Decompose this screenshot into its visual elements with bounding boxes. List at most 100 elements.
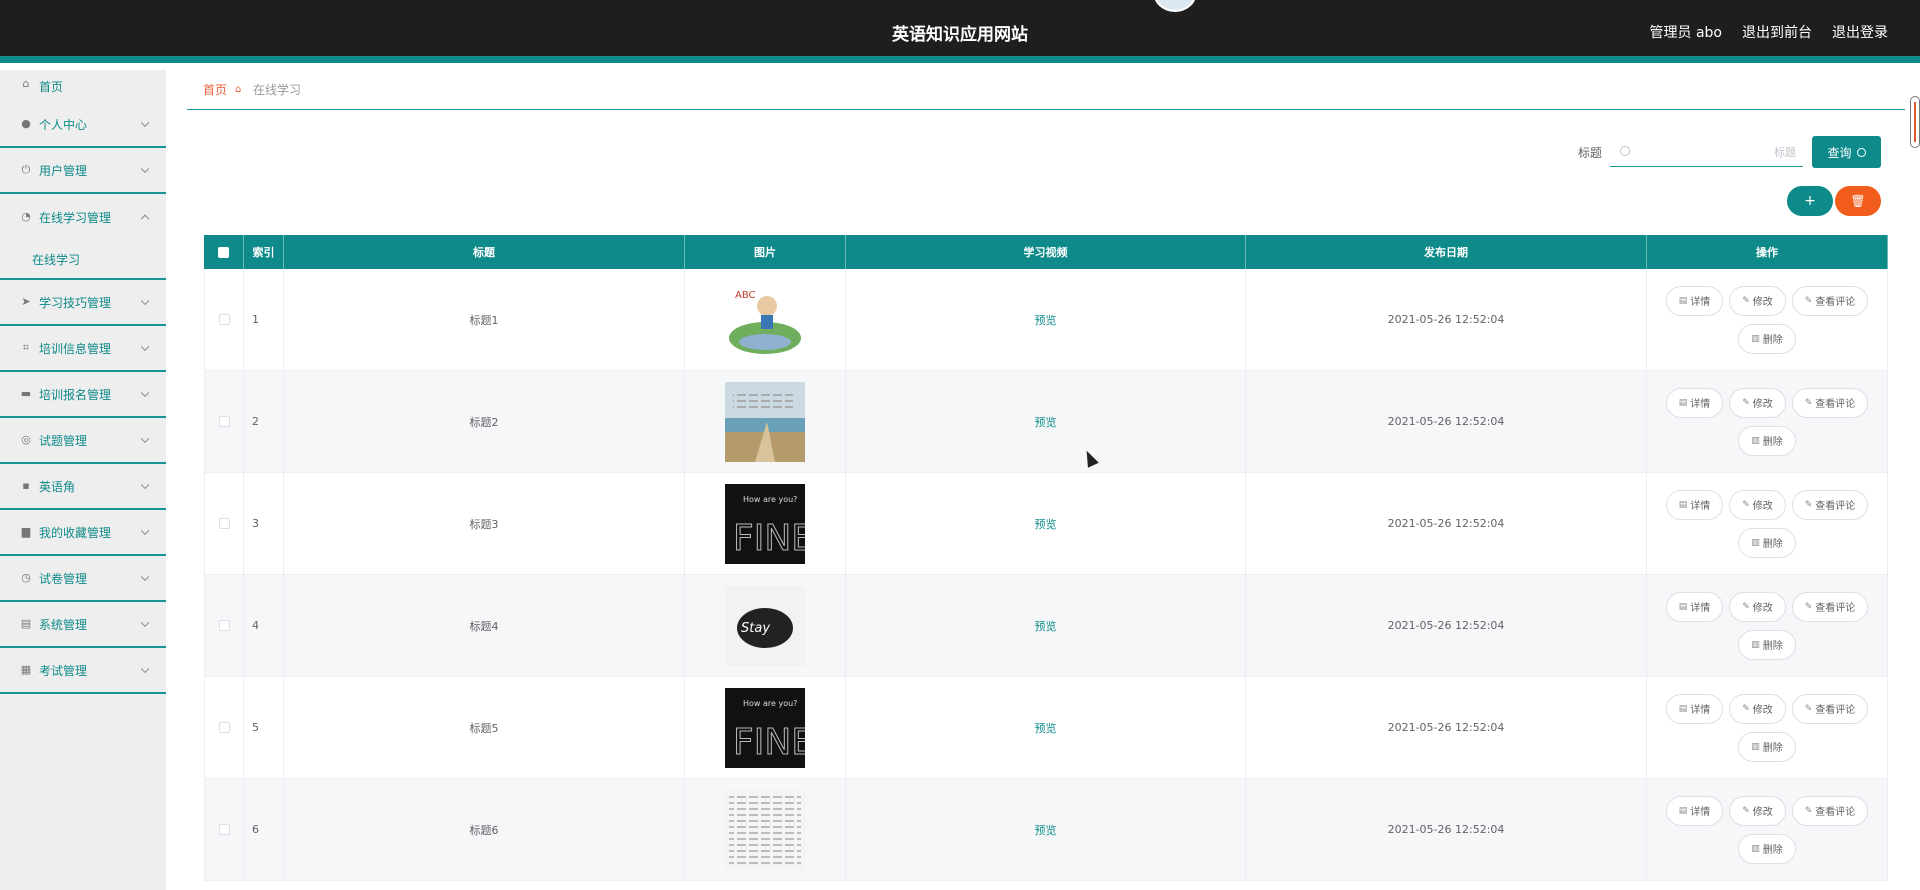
cell-index: 2 [244,371,284,472]
view-comments-button[interactable]: ✎ 查看评论 [1791,591,1869,622]
edit-button[interactable]: ✎ 修改 [1729,795,1786,826]
top-header: 英语知识应用网站 管理员 abo 退出到前台 退出登录 [0,0,1920,63]
sidebar-item-label: 首页 [39,80,64,94]
view-comments-button[interactable]: ✎ 查看评论 [1791,489,1869,520]
document-icon: ▤ [1678,703,1688,714]
delete-button[interactable]: ▥ 删除 [1738,425,1796,456]
search-input[interactable] [1636,141,1796,163]
select-all-cell [204,235,244,269]
view-comments-button[interactable]: ✎ 查看评论 [1791,795,1869,826]
detail-button[interactable]: ▤ 详情 [1665,693,1724,724]
chevron-down-icon [140,434,150,444]
edit-button[interactable]: ✎ 修改 [1729,693,1786,724]
row-checkbox[interactable] [218,722,230,733]
search-label: 标题 [1578,146,1603,160]
view-comments-button[interactable]: ✎ 查看评论 [1791,693,1869,724]
chevron-down-icon [140,664,150,674]
detail-button[interactable]: ▤ 详情 [1665,489,1724,520]
select-all-checkbox[interactable] [218,246,229,258]
view-comments-button[interactable]: ✎ 查看评论 [1791,387,1869,418]
video-preview-link[interactable]: 预览 [1035,822,1057,838]
cell-image: ABC [685,269,846,370]
sidebar-item-paper-management[interactable]: ◷ 试卷管理 [0,556,166,602]
exit-to-front-link[interactable]: 退出到前台 [1742,22,1812,42]
detail-button[interactable]: ▤ 详情 [1665,795,1724,826]
sidebar-item-study-tips-management[interactable]: ➤ 学习技巧管理 [0,280,166,326]
cell-title: 标题4 [284,575,685,676]
document-icon: ▤ [1678,805,1688,816]
trash-icon: ▥ [1751,435,1760,446]
video-preview-link[interactable]: 预览 [1035,516,1057,532]
delete-button[interactable]: ▥ 删除 [1738,323,1796,354]
site-title: 英语知识应用网站 [892,25,1028,45]
trash-icon: 🗑 [1850,194,1866,208]
sidebar-item-training-signup-management[interactable]: ▬ 培训报名管理 [0,372,166,418]
sidebar-item-question-management[interactable]: ◎ 试题管理 [0,418,166,464]
detail-button[interactable]: ▤ 详情 [1665,285,1724,316]
sidebar-item-exam-management[interactable]: ▦ 考试管理 [0,648,166,694]
sidebar-item-label: 用户管理 [39,163,88,178]
delete-button-label: 删除 [1762,335,1783,346]
sidebar-item-favorites-management[interactable]: ▆ 我的收藏管理 [0,510,166,556]
video-preview-link[interactable]: 预览 [1035,414,1057,430]
sidebar-item-personal-center[interactable]: ● 个人中心 [0,102,166,148]
sidebar-item-label: 试题管理 [39,433,88,448]
detail-button[interactable]: ▤ 详情 [1665,387,1724,418]
trash-icon: ▥ [1751,333,1760,344]
row-checkbox[interactable] [218,620,230,631]
sidebar-item-label: 我的收藏管理 [39,525,112,540]
cell-date: 2021-05-26 12:52:04 [1246,371,1647,472]
sidebar-item-english-corner[interactable]: ▪ 英语角 [0,464,166,510]
video-preview-link[interactable]: 预览 [1035,720,1057,736]
row-select-cell [204,473,244,574]
edit-button[interactable]: ✎ 修改 [1729,591,1786,622]
batch-delete-button[interactable]: 🗑 [1835,186,1881,216]
video-preview-link[interactable]: 预览 [1035,312,1057,328]
edit-button[interactable]: ✎ 修改 [1729,489,1786,520]
delete-button-label: 删除 [1762,845,1783,856]
sidebar-item-home[interactable]: ⌂ 首页 [0,70,166,102]
crop-icon: ⌗ [22,341,30,354]
sidebar-subitem-online-learning[interactable]: 在线学习 [0,240,166,280]
svg-text:Stay: Stay [741,621,770,636]
chevron-down-icon [140,388,150,398]
sidebar-item-user-management[interactable]: ⏻ 用户管理 [0,148,166,194]
row-select-cell [204,371,244,472]
logout-link[interactable]: 退出登录 [1832,22,1888,42]
delete-button[interactable]: ▥ 删除 [1738,629,1796,660]
edit-button[interactable]: ✎ 修改 [1729,387,1786,418]
cell-title: 标题5 [284,677,685,778]
cell-video: 预览 [846,677,1246,778]
search-button[interactable]: 查询 [1812,136,1881,168]
sidebar-item-training-info-management[interactable]: ⌗ 培训信息管理 [0,326,166,372]
cell-video: 预览 [846,779,1246,880]
add-button[interactable]: + [1787,186,1833,216]
row-checkbox[interactable] [218,518,230,529]
view-comments-button[interactable]: ✎ 查看评论 [1791,285,1869,316]
row-checkbox[interactable] [218,416,230,427]
edit-button-label: 修改 [1752,297,1773,308]
page-scrollbar[interactable] [1910,96,1920,148]
row-checkbox[interactable] [218,824,230,835]
delete-button[interactable]: ▥ 删除 [1738,527,1796,558]
sidebar-item-online-learning-management[interactable]: ◔ 在线学习管理 [0,194,166,240]
pencil-icon: ✎ [1742,601,1750,612]
edit-button[interactable]: ✎ 修改 [1729,285,1786,316]
cell-actions: ▤ 详情 ✎ 修改 ✎ 查看评论 ▥ 删除 [1647,677,1888,778]
search-icon [1620,146,1630,156]
view-comments-button-label: 查看评论 [1815,807,1856,818]
delete-button[interactable]: ▥ 删除 [1738,833,1796,864]
sidebar-item-system-management[interactable]: ▤ 系统管理 [0,602,166,648]
row-select-cell [204,575,244,676]
video-preview-link[interactable]: 预览 [1035,618,1057,634]
detail-button[interactable]: ▤ 详情 [1665,591,1724,622]
breadcrumb-home[interactable]: 首页 [203,81,227,98]
cell-video: 预览 [846,371,1246,472]
clipboard-icon: ▤ [20,617,32,630]
detail-button-label: 详情 [1690,297,1711,308]
row-checkbox[interactable] [218,314,230,325]
cell-index: 1 [244,269,284,370]
search-field[interactable] [1610,137,1803,167]
delete-button[interactable]: ▥ 删除 [1738,731,1796,762]
row-select-cell [204,779,244,880]
